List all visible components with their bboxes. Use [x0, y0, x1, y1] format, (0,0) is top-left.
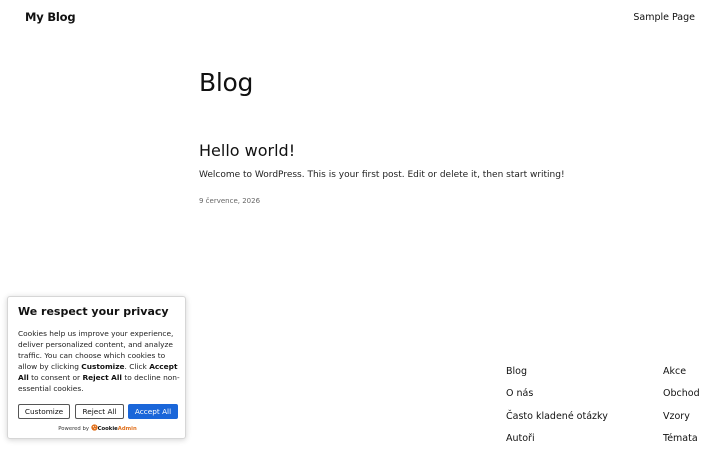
cookie-text-reject: Reject All — [82, 373, 122, 382]
customize-button[interactable]: Customize — [18, 404, 70, 419]
cookie-text-part-3: to consent or — [28, 373, 83, 382]
footer-nav-column-2: Akce Obchod Vzory Témata — [663, 366, 700, 450]
footer-link-themes[interactable]: Témata — [663, 433, 700, 450]
cookieadmin-brand[interactable]: CookieAdmin — [98, 426, 137, 432]
brand-part-admin: Admin — [117, 426, 137, 432]
nav-sample-page[interactable]: Sample Page — [633, 12, 695, 23]
footer-link-faq[interactable]: Často kladené otázky — [506, 411, 608, 433]
footer-link-events[interactable]: Akce — [663, 366, 700, 388]
cookie-consent-banner: We respect your privacy Cookies help us … — [7, 296, 186, 439]
powered-by-label: Powered by — [58, 426, 89, 432]
post-title-link[interactable]: Hello world! — [199, 141, 295, 160]
page-title: Blog — [199, 68, 254, 97]
post-excerpt: Welcome to WordPress. This is your first… — [199, 170, 565, 180]
footer-link-shop[interactable]: Obchod — [663, 388, 700, 410]
footer-nav-column-1: Blog O nás Často kladené otázky Autoři — [506, 366, 608, 450]
cookie-button-group: Customize Reject All Accept All — [18, 404, 178, 419]
page: My Blog Sample Page Blog Hello world! We… — [0, 0, 720, 450]
powered-by: Powered by CookieAdmin — [8, 424, 187, 433]
site-title-link[interactable]: My Blog — [25, 10, 76, 24]
accept-all-button[interactable]: Accept All — [128, 404, 178, 419]
cookie-text-part-2: . Click — [124, 362, 150, 371]
post-date[interactable]: 9 července, 2026 — [199, 197, 260, 205]
footer-link-patterns[interactable]: Vzory — [663, 411, 700, 433]
footer-link-blog[interactable]: Blog — [506, 366, 608, 388]
cookie-icon — [90, 424, 98, 433]
brand-part-cookie: Cookie — [97, 426, 118, 432]
cookie-banner-title: We respect your privacy — [18, 305, 169, 318]
footer-link-about[interactable]: O nás — [506, 388, 608, 410]
footer-link-authors[interactable]: Autoři — [506, 433, 608, 450]
reject-all-button[interactable]: Reject All — [75, 404, 124, 419]
cookie-banner-text: Cookies help us improve your experience,… — [18, 328, 180, 394]
cookie-text-customize: Customize — [81, 362, 125, 371]
